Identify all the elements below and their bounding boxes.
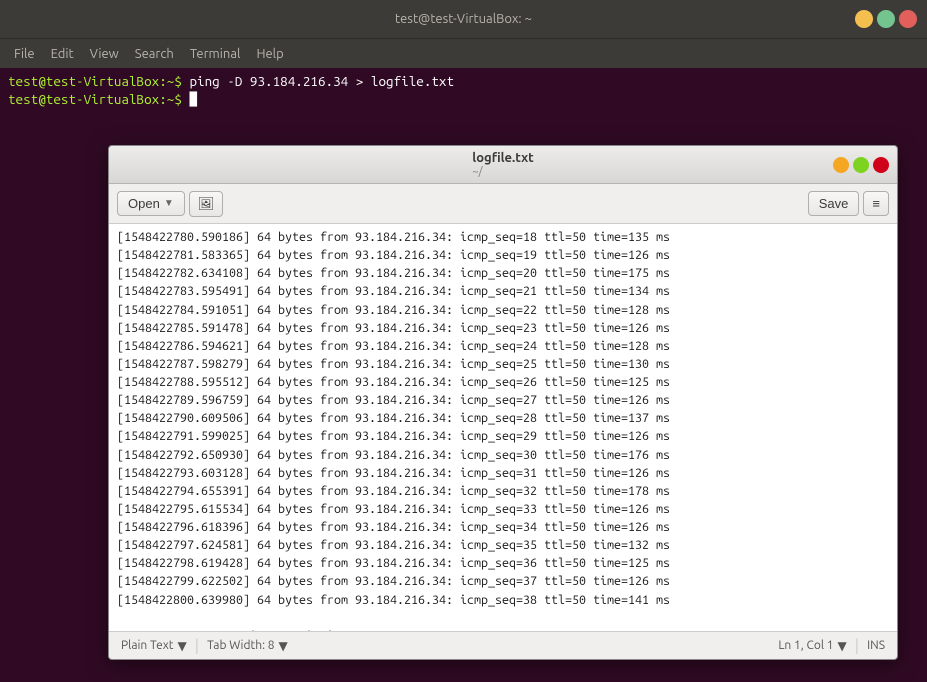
terminal-prompt-1: test@test-VirtualBox:~$	[8, 73, 189, 89]
plain-text-status[interactable]: Plain Text ▼	[121, 639, 187, 653]
terminal-maximize-button[interactable]	[877, 10, 895, 28]
menu-help[interactable]: Help	[250, 45, 289, 63]
cursor-position-status[interactable]: Ln 1, Col 1 ▼	[778, 639, 846, 653]
gedit-close-button[interactable]	[873, 157, 889, 173]
gedit-statusbar: Plain Text ▼ | Tab Width: 8 ▼ Ln 1, Col …	[109, 631, 897, 659]
gedit-filename: logfile.txt	[472, 151, 533, 167]
gedit-menu-button[interactable]: ≡	[863, 191, 889, 216]
open-label: Open	[128, 196, 160, 211]
terminal-menubar: File Edit View Search Terminal Help	[0, 38, 927, 68]
gedit-toolbar: Open ▼ 🖼 Save ≡	[109, 184, 897, 224]
terminal-line-1: test@test-VirtualBox:~$ ping -D 93.184.2…	[8, 72, 919, 90]
plain-text-arrow: ▼	[178, 639, 187, 653]
status-sep-2: |	[855, 637, 859, 655]
gedit-maximize-button[interactable]	[853, 157, 869, 173]
gedit-minimize-button[interactable]	[833, 157, 849, 173]
gedit-title-block: logfile.txt ~/	[472, 151, 533, 179]
gedit-save-button[interactable]: Save	[808, 191, 860, 216]
tab-width-label: Tab Width: 8	[207, 639, 274, 652]
menu-file[interactable]: File	[8, 45, 41, 63]
gedit-text-content[interactable]: [1548422780.590186] 64 bytes from 93.184…	[109, 224, 897, 631]
terminal-cursor: █	[189, 91, 197, 107]
open-dropdown-arrow: ▼	[164, 198, 174, 209]
terminal-prompt-2: test@test-VirtualBox:~$	[8, 91, 189, 107]
gedit-window-controls	[833, 157, 889, 173]
terminal-titlebar: test@test-VirtualBox: ~	[0, 0, 927, 38]
gedit-open-button[interactable]: Open ▼	[117, 191, 185, 216]
terminal-line-2: test@test-VirtualBox:~$ █	[8, 90, 919, 108]
terminal-command-1: ping -D 93.184.216.34 > logfile.txt	[189, 73, 454, 89]
plain-text-label: Plain Text	[121, 639, 174, 652]
gedit-filepath: ~/	[472, 166, 533, 178]
gedit-image-button[interactable]: 🖼	[189, 191, 224, 217]
gedit-window: logfile.txt ~/ Open ▼ 🖼 Save ≡ [15484227…	[108, 145, 898, 660]
gedit-status-right: Ln 1, Col 1 ▼ | INS	[778, 637, 885, 655]
terminal-window-controls	[855, 10, 917, 28]
tab-width-arrow: ▼	[279, 639, 288, 653]
status-sep-1: |	[195, 637, 199, 655]
terminal-title: test@test-VirtualBox: ~	[395, 12, 532, 26]
menu-edit[interactable]: Edit	[45, 45, 80, 63]
terminal-close-button[interactable]	[899, 10, 917, 28]
menu-terminal[interactable]: Terminal	[184, 45, 247, 63]
gedit-titlebar: logfile.txt ~/	[109, 146, 897, 184]
cursor-position-label: Ln 1, Col 1	[778, 639, 833, 652]
menu-view[interactable]: View	[84, 45, 125, 63]
insert-mode-label: INS	[867, 639, 885, 652]
menu-search[interactable]: Search	[129, 45, 180, 63]
cursor-position-arrow: ▼	[838, 639, 847, 653]
tab-width-status[interactable]: Tab Width: 8 ▼	[207, 639, 288, 653]
terminal-minimize-button[interactable]	[855, 10, 873, 28]
